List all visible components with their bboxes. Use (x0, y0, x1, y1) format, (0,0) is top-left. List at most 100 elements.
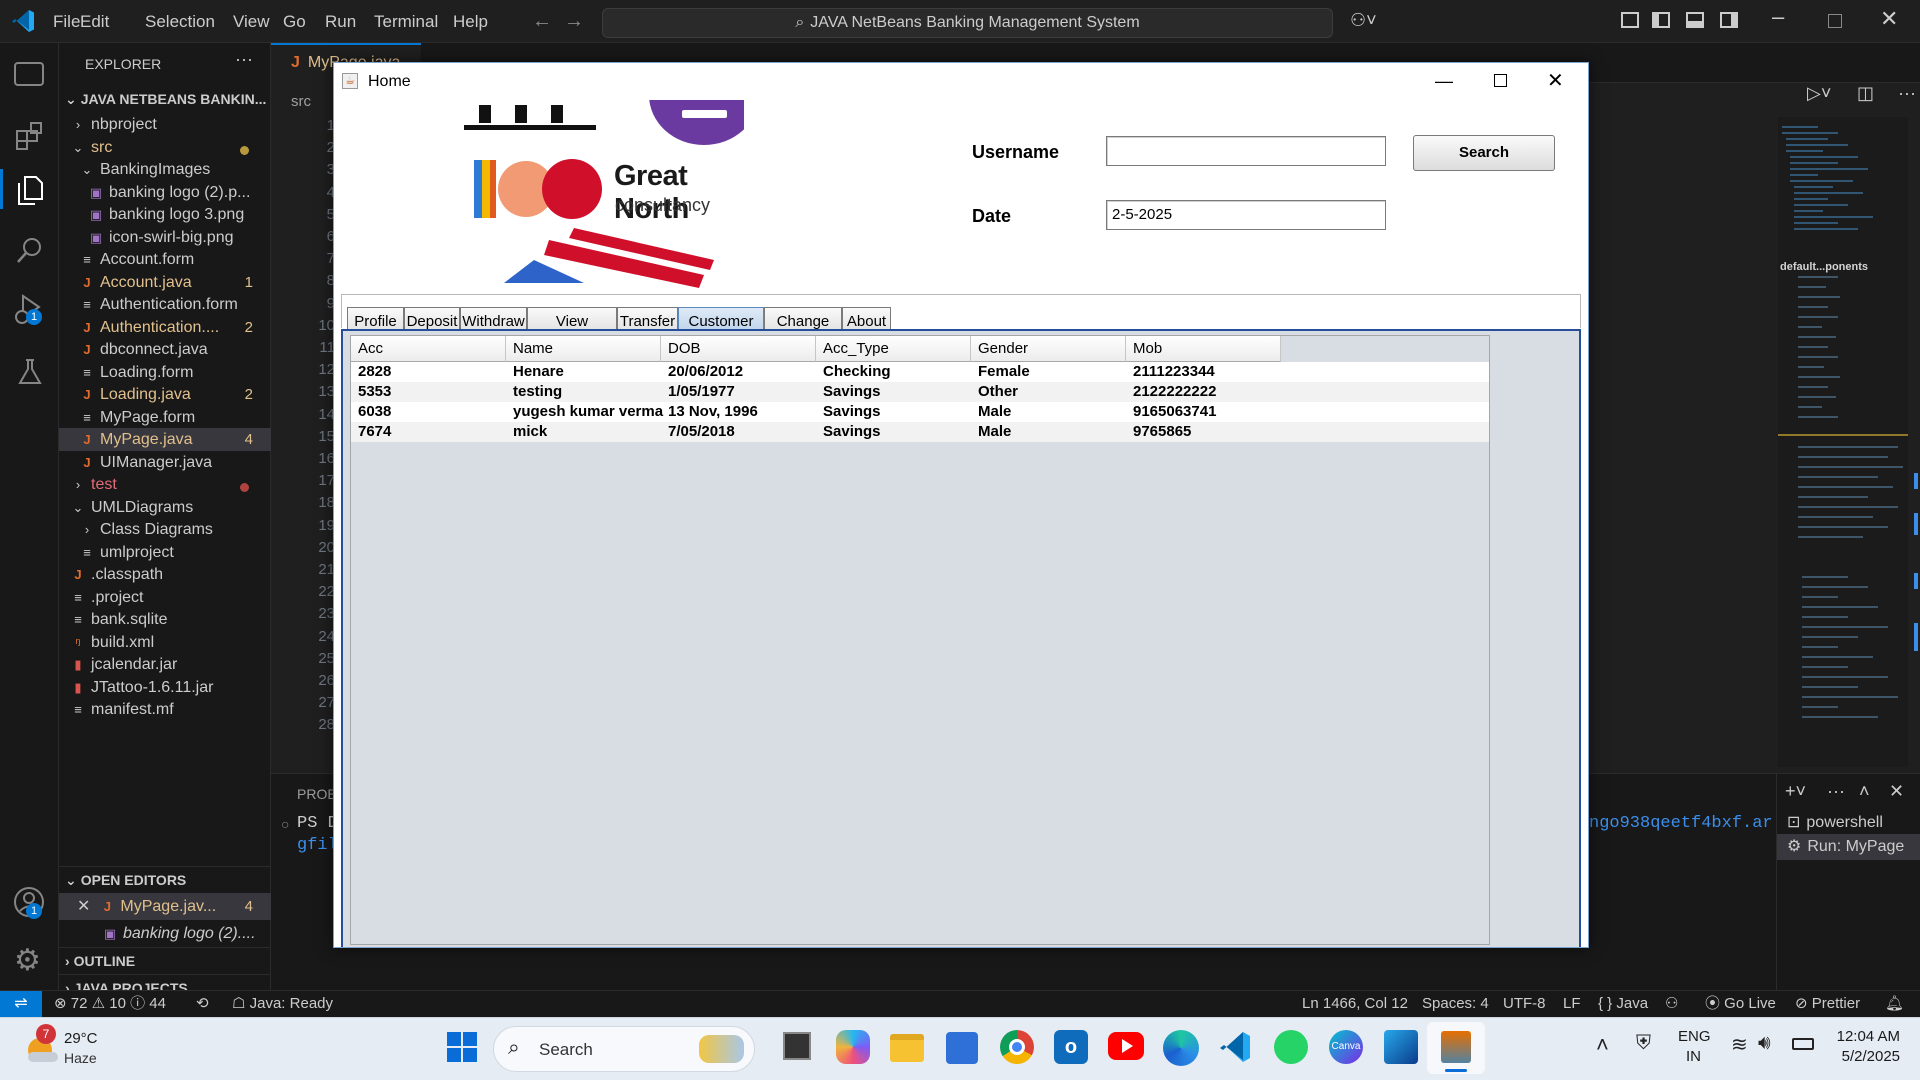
encoding[interactable]: UTF-8 (1503, 991, 1546, 1017)
prettier[interactable]: ⊘ Prettier (1795, 991, 1860, 1017)
table-row[interactable]: 7674 mick 7/05/2018 Savings Male 9765865 (351, 422, 1489, 442)
tree-item-bank-sqlite[interactable]: ≡ bank.sqlite (59, 608, 271, 631)
task-view-icon[interactable] (783, 1032, 811, 1060)
split-editor-icon[interactable]: ◫ (1857, 83, 1874, 104)
column-header-dob[interactable]: DOB (661, 336, 816, 362)
go-live[interactable]: ⦿ Go Live (1705, 991, 1776, 1017)
tree-item-bankingimages[interactable]: ⌄ BankingImages (59, 158, 271, 181)
youtube-icon[interactable] (1108, 1032, 1144, 1060)
column-header-mob[interactable]: Mob (1126, 336, 1281, 362)
menu-terminal[interactable]: Terminal (374, 12, 438, 32)
tree-item-test[interactable]: › test (59, 473, 271, 496)
clock-date[interactable]: 5/2/2025 (1828, 1048, 1900, 1065)
settings-gear-icon[interactable]: ⚙ (14, 943, 41, 978)
menu-file[interactable]: File (53, 12, 80, 32)
terminal-item-run[interactable]: ⚙ Run: MyPage (1777, 834, 1920, 860)
tree-item-jcalendar-jar[interactable]: ▮ jcalendar.jar (59, 653, 271, 676)
search-button[interactable]: Search (1413, 135, 1555, 171)
close-icon[interactable]: ✕ (77, 898, 90, 915)
tree-item-account-form[interactable]: ≡ Account.form (59, 248, 271, 271)
vpn-shield-icon[interactable]: ⛨ (1636, 1032, 1651, 1055)
copilot-icon[interactable]: ⚇˅ (1350, 10, 1377, 31)
maximize-icon[interactable] (1494, 74, 1507, 87)
menu-run[interactable]: Run (325, 12, 356, 32)
username-input[interactable] (1106, 136, 1386, 166)
extensions-icon[interactable] (15, 121, 45, 151)
java-app-taskbar[interactable] (1427, 1022, 1485, 1074)
maximize-icon[interactable] (1828, 14, 1842, 28)
tree-item-jtattoo-1-6-11-jar[interactable]: ▮ JTattoo-1.6.11.jar (59, 676, 271, 699)
notifications-bell-icon[interactable]: 🔔︎ (1885, 991, 1904, 1017)
remote-explorer-icon[interactable] (14, 62, 44, 86)
edge-icon[interactable] (1163, 1030, 1199, 1066)
run-play-icon[interactable]: ▷˅ (1807, 83, 1831, 104)
menu-view[interactable]: View (233, 12, 270, 32)
terminal-item-powershell[interactable]: ⊡ powershell (1777, 810, 1920, 836)
tree-item-account-java[interactable]: J Account.java 1 (59, 271, 271, 294)
canva-icon[interactable]: Canva (1329, 1030, 1363, 1064)
tree-item-manifest-mf[interactable]: ≡ manifest.mf (59, 698, 271, 721)
outlook-icon[interactable]: o (1054, 1030, 1088, 1064)
table-row[interactable]: 2828 Henare 20/06/2012 Checking Female 211122… (351, 362, 1489, 382)
column-header-acc[interactable]: Acc (351, 336, 506, 362)
open-editor-banking-logo[interactable]: ▣ banking logo (2).... (59, 920, 271, 947)
file-explorer-icon[interactable] (890, 1034, 924, 1062)
problems-summary[interactable]: ⊗ 72 ⚠ 10 ⓘ 44 (54, 991, 166, 1017)
line-ending[interactable]: LF (1563, 991, 1581, 1017)
tree-item--classpath[interactable]: J .classpath (59, 563, 271, 586)
close-icon[interactable]: ✕ (1547, 63, 1564, 100)
table-row[interactable]: 5353 testing 1/05/1977 Savings Other 21222222… (351, 382, 1489, 402)
minimize-icon[interactable]: – (1772, 4, 1784, 30)
toggle-secondary-sidebar-icon[interactable] (1720, 12, 1738, 28)
date-field[interactable]: 2-5-2025 (1106, 200, 1386, 230)
taskbar-search[interactable]: ⌕ Search (493, 1026, 755, 1072)
more-actions-icon[interactable]: ··· (1898, 83, 1916, 104)
ms-store-icon[interactable] (946, 1032, 978, 1064)
indentation[interactable]: Spaces: 4 (1422, 991, 1489, 1017)
vscode-taskbar-icon[interactable] (1218, 1030, 1252, 1064)
tree-item-loading-java[interactable]: J Loading.java 2 (59, 383, 271, 406)
window-titlebar[interactable]: ☕ Home — ✕ (334, 63, 1588, 100)
more-actions-icon[interactable]: ··· (235, 49, 253, 70)
menu-go[interactable]: Go (283, 12, 306, 32)
open-editor-mypage[interactable]: ✕ J MyPage.jav... 4 (59, 893, 271, 920)
remote-indicator-icon[interactable]: ⇌ (0, 991, 42, 1017)
clock-time[interactable]: 12:04 AM (1828, 1028, 1900, 1045)
testing-flask-icon[interactable] (17, 358, 43, 386)
minimap[interactable]: default...ponents (1778, 117, 1908, 767)
tree-item-mypage-form[interactable]: ≡ MyPage.form (59, 406, 271, 429)
column-header-acc-type[interactable]: Acc_Type (816, 336, 971, 362)
tree-item-loading-form[interactable]: ≡ Loading.form (59, 361, 271, 384)
toggle-sidebar-icon[interactable] (1652, 12, 1670, 28)
photos-icon[interactable] (1384, 1030, 1418, 1064)
close-panel-icon[interactable]: ✕ (1889, 781, 1904, 802)
tree-item-umlproject[interactable]: ≡ umlproject (59, 541, 271, 564)
show-hidden-icons-icon[interactable]: ˄ (1596, 1032, 1609, 1058)
customize-layout-icon[interactable] (1621, 12, 1639, 28)
tree-item-authentication[interactable]: J Authentication.... 2 (59, 316, 271, 339)
wifi-icon[interactable]: ≋ (1731, 1032, 1748, 1057)
tree-item-mypage-java[interactable]: J MyPage.java 4 (59, 428, 271, 451)
tree-item-class-diagrams[interactable]: › Class Diagrams (59, 518, 271, 541)
open-editors-header[interactable]: ⌄ OPEN EDITORS (59, 866, 271, 893)
tree-item-dbconnect-java[interactable]: Jdbconnect.java (59, 338, 271, 361)
tree-item-banking-logo-2-p[interactable]: ▣ banking logo (2).p... (59, 181, 271, 204)
language-mode[interactable]: { } Java (1598, 991, 1648, 1017)
explorer-files-icon[interactable] (15, 174, 45, 206)
tree-item-banking-logo-3-png[interactable]: ▣ banking logo 3.png (59, 203, 271, 226)
panel-tab-problems[interactable]: PROB (297, 786, 337, 802)
copilot-app-icon[interactable] (836, 1030, 870, 1064)
chrome-icon[interactable] (1000, 1030, 1034, 1064)
git-sync-icon[interactable]: ⟲ (196, 991, 209, 1017)
project-section-header[interactable]: ⌄ JAVA NETBEANS BANKIN... (59, 86, 271, 113)
menu-help[interactable]: Help (453, 12, 488, 32)
tree-item-uimanager-java[interactable]: J UIManager.java (59, 451, 271, 474)
tree-item-nbproject[interactable]: › nbproject (59, 113, 271, 136)
tree-item-icon-swirl-big-png[interactable]: ▣ icon-swirl-big.png (59, 226, 271, 249)
windows-start-icon[interactable] (447, 1032, 477, 1062)
battery-icon[interactable] (1792, 1038, 1814, 1050)
input-region[interactable]: IN (1686, 1048, 1701, 1065)
input-language[interactable]: ENG (1678, 1028, 1711, 1045)
tree-item-src[interactable]: ⌄ src (59, 136, 271, 159)
tree-item-umldiagrams[interactable]: ⌄ UMLDiagrams (59, 496, 271, 519)
